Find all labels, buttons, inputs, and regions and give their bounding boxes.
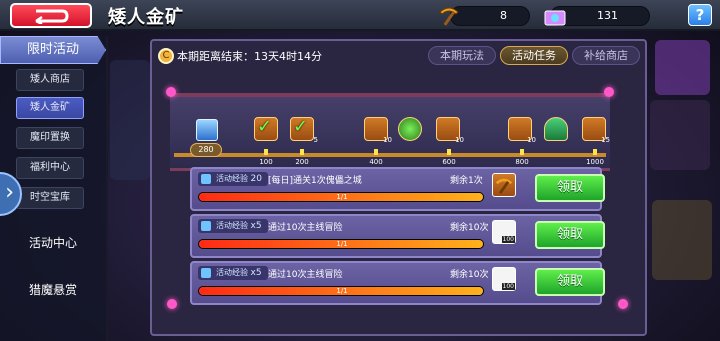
- milestone-label: 100: [259, 158, 273, 166]
- sidebar-hunt-bounty[interactable]: 猎魔悬赏: [0, 281, 106, 298]
- background-building: [110, 60, 150, 180]
- milestone-reward[interactable]: 10: [508, 117, 536, 144]
- tab-gameplay[interactable]: 本期玩法: [428, 46, 496, 65]
- claim-button[interactable]: 领取: [535, 174, 605, 202]
- task-progress-bar: 1/1: [198, 239, 484, 249]
- milestone-reward-potion[interactable]: [398, 117, 422, 141]
- activity-exp-icon: [196, 119, 218, 141]
- sidebar-section-limited-events[interactable]: 限时活动: [0, 36, 106, 64]
- pickaxe-count: 8: [500, 9, 507, 22]
- milestone-tick: [593, 149, 597, 155]
- milestone-label: 800: [515, 158, 529, 166]
- corner-gem: [167, 299, 177, 309]
- task-row: 活动经验 x5 通过10次主线冒险 剩余10次 1/1 100 领取: [190, 261, 605, 305]
- activity-exp-tag: 活动经验 x5: [198, 266, 268, 280]
- task-name: 通过10次主线冒险: [268, 223, 343, 233]
- milestone-reward[interactable]: 10: [364, 117, 392, 144]
- task-name: 通过10次主线冒险: [268, 270, 343, 280]
- reward-qty: 10: [455, 136, 464, 144]
- reward-qty: 10: [383, 136, 392, 144]
- period-timer: C 本期距离结束：13天4时14分: [158, 47, 322, 65]
- corner-gem: [604, 87, 614, 97]
- milestone-reward[interactable]: 15: [582, 117, 610, 144]
- corner-gem: [166, 87, 176, 97]
- sidebar-item-dwarf-shop[interactable]: 矮人商店: [16, 69, 84, 91]
- milestone-label: 1000: [586, 158, 604, 166]
- current-exp-badge: 280: [190, 143, 222, 157]
- milestone-label: 200: [295, 158, 309, 166]
- claimed-check-icon: ✓: [257, 116, 273, 137]
- sidebar-item-dwarf-gold-mine[interactable]: 矮人金矿: [16, 97, 84, 119]
- game-screen: 矮人金矿 8 131 ? 限时活动 矮人商店 矮人金矿 魔印置换 福利中心 时空…: [0, 0, 720, 341]
- corner-gem: [618, 299, 628, 309]
- claim-button[interactable]: 领取: [535, 221, 605, 249]
- task-remaining: 剩余10次: [450, 270, 489, 280]
- task-progress-text: 1/1: [336, 193, 348, 201]
- milestone-tick: [447, 149, 451, 155]
- progress-track: [174, 153, 606, 157]
- milestone-tick: [374, 149, 378, 155]
- activity-panel: C 本期距离结束：13天4时14分 本期玩法 活动任务 补给商店 280 ✓ ✓…: [150, 39, 647, 336]
- reward-qty: 5: [313, 136, 318, 144]
- background-building: [650, 100, 710, 170]
- task-progress-bar: 1/1: [198, 192, 484, 202]
- milestone-reward[interactable]: 10: [436, 117, 464, 144]
- milestone-reward-flask[interactable]: [544, 117, 568, 141]
- sidebar-activity-center[interactable]: 活动中心: [0, 234, 106, 251]
- task-reward-item[interactable]: 100: [492, 267, 516, 291]
- tab-supply-shop[interactable]: 补给商店: [572, 46, 640, 65]
- activity-exp-tag: 活动经验 x5: [198, 219, 268, 233]
- clock-icon: C: [158, 48, 174, 64]
- ticket-counter: 131: [544, 6, 650, 26]
- pickaxe-counter: 8: [439, 6, 530, 26]
- page-title: 矮人金矿: [108, 7, 184, 28]
- milestone-tick: [520, 149, 524, 155]
- task-row: 活动经验 20 [每日]通关1次傀儡之城 剩余1次 1/1 领取: [190, 167, 605, 211]
- top-bar: 矮人金矿 8 131 ?: [0, 0, 720, 31]
- task-progress-bar: 1/1: [198, 286, 484, 296]
- task-reward-item[interactable]: 100: [492, 220, 516, 244]
- sidebar-item-seal-exchange[interactable]: 魔印置换: [16, 127, 84, 149]
- help-button[interactable]: ?: [688, 4, 712, 26]
- milestone-label: 600: [442, 158, 456, 166]
- exp-icon: [201, 268, 211, 278]
- background-building: [655, 40, 710, 95]
- task-progress-text: 1/1: [336, 287, 348, 295]
- reward-qty: 10: [527, 136, 536, 144]
- milestone-reward[interactable]: ✓ 5: [290, 116, 318, 144]
- task-reward-pickaxe[interactable]: [492, 173, 516, 197]
- background-building: [652, 200, 712, 280]
- sidebar-item-time-vault[interactable]: 时空宝库: [16, 187, 84, 209]
- back-arrow-icon: [35, 9, 69, 24]
- task-remaining: 剩余1次: [450, 176, 483, 186]
- reward-qty: 100: [501, 283, 515, 290]
- tab-activity-tasks[interactable]: 活动任务: [500, 46, 568, 65]
- task-progress-text: 1/1: [336, 240, 348, 248]
- activity-exp-tag: 活动经验 20: [198, 172, 268, 186]
- task-name: [每日]通关1次傀儡之城: [268, 176, 362, 186]
- task-row: 活动经验 x5 通过10次主线冒险 剩余10次 1/1 100 领取: [190, 214, 605, 258]
- milestone-label: 400: [369, 158, 383, 166]
- ticket-icon: [544, 10, 566, 26]
- chevron-right-icon: ›: [5, 180, 14, 205]
- claimed-check-icon: ✓: [293, 116, 309, 137]
- ticket-count: 131: [597, 9, 618, 22]
- timer-text: 本期距离结束：13天4时14分: [177, 50, 322, 63]
- exp-icon: [201, 221, 211, 231]
- pickaxe-icon: [439, 7, 459, 26]
- sidebar-item-welfare-center[interactable]: 福利中心: [16, 157, 84, 179]
- exp-icon: [201, 174, 211, 184]
- task-remaining: 剩余10次: [450, 223, 489, 233]
- milestone-tick: [300, 149, 304, 155]
- pickaxe-icon: [495, 178, 513, 194]
- reward-qty: 100: [501, 236, 515, 243]
- claim-button[interactable]: 领取: [535, 268, 605, 296]
- reward-qty: 15: [601, 136, 610, 144]
- milestone-tick: [264, 149, 268, 155]
- milestone-reward[interactable]: ✓: [254, 116, 278, 141]
- back-button[interactable]: [10, 3, 92, 28]
